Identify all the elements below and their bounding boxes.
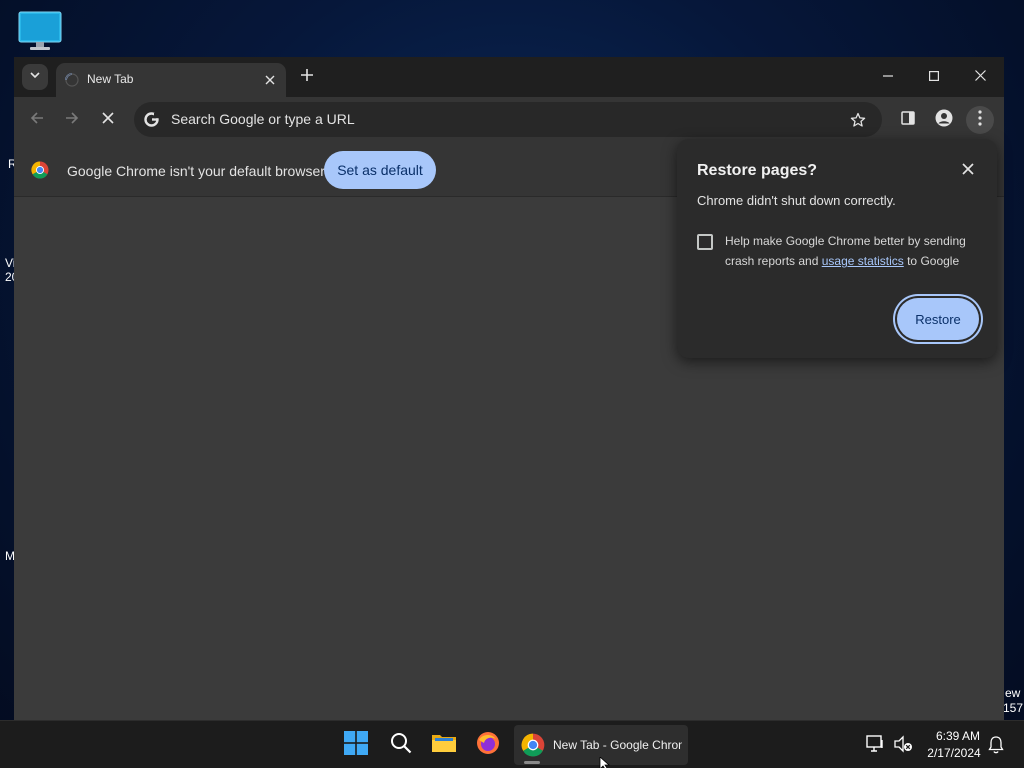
running-indicator — [524, 761, 540, 764]
chrome-logo-icon — [31, 161, 49, 179]
maximize-icon — [929, 68, 940, 86]
tab-title: New Tab — [87, 72, 134, 86]
toolbar: Search Google or type a URL — [14, 97, 1004, 143]
chevron-down-icon — [29, 68, 41, 86]
search-icon — [390, 732, 412, 759]
plus-icon — [301, 68, 313, 86]
close-window-button[interactable] — [957, 61, 1003, 93]
network-icon[interactable] — [866, 735, 886, 758]
folder-icon — [431, 732, 457, 759]
restore-button[interactable]: Restore — [897, 298, 979, 340]
dialog-message: Chrome didn't shut down correctly. — [697, 193, 896, 208]
bookmark-star-icon[interactable] — [848, 110, 868, 130]
crash-reports-label: Help make Google Chrome better by sendin… — [725, 231, 985, 271]
windows-logo-icon — [344, 730, 368, 760]
forward-button[interactable] — [58, 106, 86, 134]
tab-new-tab[interactable]: New Tab — [56, 63, 286, 97]
chrome-menu-button[interactable] — [966, 106, 994, 134]
taskbar-clock-date[interactable]: 2/17/2024 — [922, 746, 986, 760]
notification-bell-icon[interactable] — [988, 736, 1004, 759]
taskbar: New Tab - Google Chrome 6:39 AM 2/17/202… — [0, 720, 1024, 768]
infobar-message: Google Chrome isn't your default browser — [67, 163, 325, 179]
google-g-icon — [143, 111, 160, 128]
usage-statistics-link[interactable]: usage statistics — [822, 254, 904, 268]
this-pc-desktop-icon[interactable] — [18, 11, 62, 51]
taskbar-clock-time[interactable]: 6:39 AM — [930, 729, 986, 743]
dialog-title: Restore pages? — [697, 162, 818, 179]
mouse-cursor-icon — [599, 756, 611, 768]
minimize-icon — [883, 68, 893, 86]
close-icon — [974, 68, 986, 86]
loading-spinner-icon — [64, 72, 80, 88]
tab-strip: New Tab — [14, 57, 1004, 97]
desktop-label-fragment: 157 — [1003, 701, 1024, 715]
close-icon — [102, 111, 114, 129]
consent-text-end: to Google — [903, 254, 960, 268]
firefox-icon — [476, 731, 500, 760]
maximize-button[interactable] — [911, 61, 957, 93]
address-bar-placeholder: Search Google or type a URL — [171, 111, 355, 127]
crash-reports-checkbox[interactable] — [697, 234, 713, 250]
firefox-button[interactable] — [471, 729, 505, 761]
side-panel-icon — [900, 110, 916, 131]
profile-button[interactable] — [930, 106, 958, 134]
set-as-default-button[interactable]: Set as default — [324, 151, 436, 189]
volume-muted-icon[interactable] — [893, 735, 913, 758]
taskbar-chrome-label: New Tab - Google Chrome — [553, 738, 682, 752]
start-button[interactable] — [339, 729, 373, 761]
minimize-button[interactable] — [865, 61, 911, 93]
arrow-right-icon — [64, 110, 80, 131]
chrome-logo-icon — [521, 733, 545, 762]
file-explorer-button[interactable] — [427, 729, 461, 761]
profile-icon — [935, 109, 953, 132]
close-tab-icon[interactable] — [261, 71, 279, 89]
tab-search-button[interactable] — [22, 64, 48, 90]
close-dialog-icon[interactable] — [958, 159, 978, 179]
more-vertical-icon — [978, 109, 982, 131]
desktop-label-fragment: ew — [1005, 686, 1021, 700]
arrow-left-icon — [29, 110, 45, 131]
restore-pages-dialog: Restore pages? Chrome didn't shut down c… — [677, 139, 997, 358]
stop-loading-button[interactable] — [94, 106, 122, 134]
back-button[interactable] — [23, 106, 51, 134]
search-button[interactable] — [384, 729, 418, 761]
new-tab-button[interactable] — [295, 65, 319, 89]
side-panel-button[interactable] — [894, 106, 922, 134]
address-bar[interactable]: Search Google or type a URL — [134, 102, 882, 137]
